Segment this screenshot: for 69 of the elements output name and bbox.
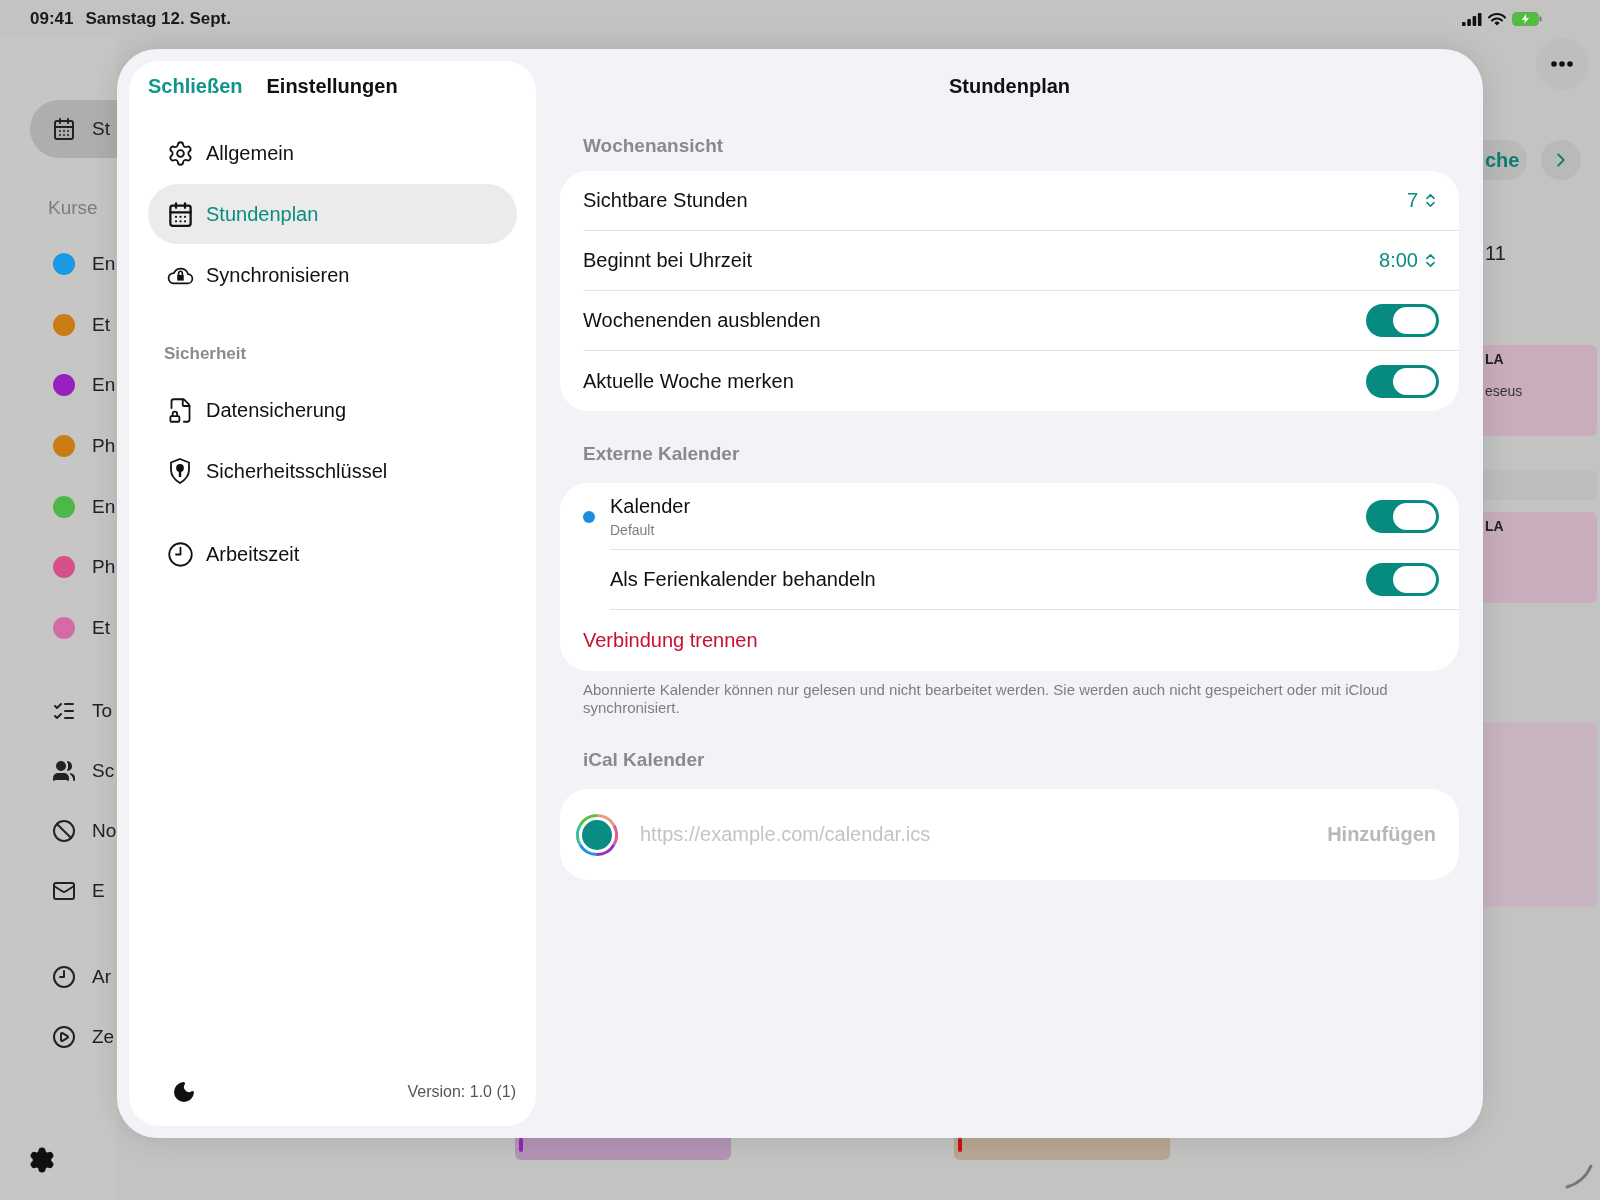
value-stepper[interactable]: 7 xyxy=(1406,189,1439,212)
toggle-switch[interactable] xyxy=(1366,304,1439,337)
url-field[interactable]: https://example.com/calendar.ics xyxy=(640,823,1306,846)
moon-icon[interactable] xyxy=(172,1080,196,1104)
calendar-event[interactable]: LA xyxy=(1483,512,1597,603)
section-header: Externe Kalender xyxy=(582,442,741,466)
prohibited-icon xyxy=(52,819,76,844)
calendar-name: Kalender xyxy=(610,494,691,518)
value-stepper[interactable]: 8:00 xyxy=(1379,249,1439,272)
event-subtitle: eseus xyxy=(1485,383,1524,399)
more-button[interactable] xyxy=(1536,38,1588,90)
calendar-icon xyxy=(166,200,194,228)
course-label[interactable]: En xyxy=(92,374,116,397)
course-label[interactable]: En xyxy=(92,495,116,518)
wifi-icon xyxy=(1488,12,1506,26)
disconnect-button[interactable]: Verbindung trennen xyxy=(583,629,758,652)
settings-title: Einstellungen xyxy=(266,74,398,98)
section-header: iCal Kalender xyxy=(582,748,706,772)
setting-label: Beginnt bei Uhrzeit xyxy=(583,249,752,272)
gear-icon xyxy=(166,139,194,167)
clock-icon xyxy=(166,540,194,568)
clock-icon xyxy=(52,965,76,990)
setting-label: Sichtbare Stunden xyxy=(583,189,748,212)
sidebar-item[interactable]: No xyxy=(92,820,117,843)
sidebar-item[interactable]: Ze xyxy=(92,1026,115,1049)
setting-label: Wochenenden ausblenden xyxy=(583,309,821,332)
toggle-switch[interactable] xyxy=(1366,364,1439,398)
section-header: Sicherheit xyxy=(163,343,248,365)
day-label: 11 xyxy=(1484,241,1507,266)
course-label[interactable]: Et xyxy=(92,313,110,336)
course-label[interactable]: Et xyxy=(92,616,110,639)
settings-nav-item[interactable]: Datensicherung xyxy=(148,380,517,440)
ellipsis-icon xyxy=(1551,61,1573,67)
toggle-switch[interactable] xyxy=(1366,563,1439,596)
calendar-account: Default xyxy=(610,521,656,538)
shield-key-icon xyxy=(168,457,192,485)
toggle-switch[interactable] xyxy=(1366,499,1439,533)
footnote-text: Abonnierte Kalender können nur gelesen und nicht bearbeitet werden. Sie werden auch nicht gespeichert oder mit iCloud synchronisiert. xyxy=(582,681,1389,717)
play-icon xyxy=(52,1025,76,1050)
sidebar-item[interactable]: Sc xyxy=(92,760,115,783)
people-icon xyxy=(52,759,76,784)
page-title: Stundenplan xyxy=(947,74,1072,99)
setting-label: Aktuelle Woche merken xyxy=(583,369,794,393)
settings-nav-item[interactable]: Arbeitszeit xyxy=(148,524,517,584)
settings-nav-item[interactable]: Allgemein xyxy=(148,123,517,183)
battery-icon xyxy=(1512,12,1542,26)
sidebar-item[interactable]: Ar xyxy=(92,966,111,989)
course-label[interactable]: Ph xyxy=(92,435,116,458)
settings-nav-item[interactable]: Sicherheitsschlüssel xyxy=(148,441,517,501)
section-header: Kurse xyxy=(47,196,99,220)
color-picker-icon[interactable] xyxy=(576,813,618,856)
calendar-event[interactable]: LA eseus xyxy=(1483,345,1597,436)
event-title: LA xyxy=(1485,518,1505,534)
status-time: 09:41 xyxy=(30,9,74,29)
close-button[interactable]: Schließen xyxy=(148,74,243,98)
calendar-icon xyxy=(52,117,76,141)
signal-icon xyxy=(1462,12,1482,26)
settings-icon[interactable] xyxy=(28,1146,56,1174)
sidebar-item[interactable]: St xyxy=(30,100,117,158)
settings-nav-item[interactable]: Synchronisieren xyxy=(148,245,517,305)
course-label[interactable]: En xyxy=(92,253,116,276)
setting-label: Als Ferienkalender behandeln xyxy=(610,568,876,591)
section-header: Wochenansicht xyxy=(582,134,725,158)
event-title: LA xyxy=(1485,351,1505,367)
course-label[interactable]: Ph xyxy=(92,556,116,579)
status-date: Samstag 12. Sept. xyxy=(85,9,231,29)
sidebar-item[interactable]: E xyxy=(92,880,105,903)
sidebar-item[interactable]: To xyxy=(92,700,113,723)
version-text: Version: 1.0 (1) xyxy=(407,1083,516,1101)
